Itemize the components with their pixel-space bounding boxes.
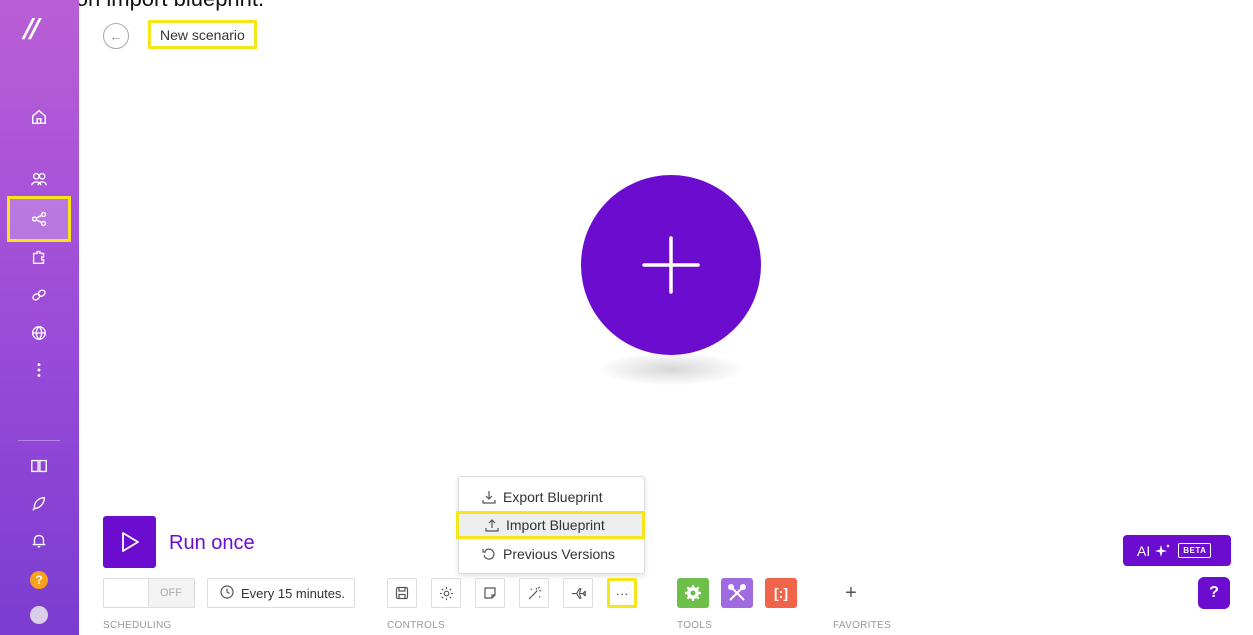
plus-icon <box>642 236 700 294</box>
beta-badge: BETA <box>1178 543 1212 558</box>
add-module-shadow <box>596 352 746 386</box>
support-chat-button[interactable]: ? <box>1198 577 1230 609</box>
history-icon <box>481 546 497 562</box>
auto-align-button[interactable] <box>519 578 549 608</box>
webhooks-icon[interactable] <box>18 316 60 350</box>
menu-item-export-blueprint[interactable]: Export Blueprint <box>459 483 644 511</box>
save-button[interactable] <box>387 578 417 608</box>
menu-item-import-blueprint[interactable]: Import Blueprint <box>456 511 645 539</box>
arrow-left-icon: ← <box>109 28 123 44</box>
sidebar-divider <box>18 440 60 441</box>
notes-button[interactable] <box>475 578 505 608</box>
avatar[interactable] <box>18 598 60 632</box>
favorites-section-label: FAVORITES <box>833 620 892 631</box>
airplane-icon <box>571 587 586 599</box>
scenarios-icon[interactable] <box>7 196 71 242</box>
tools-tool[interactable] <box>721 578 753 608</box>
more-button[interactable]: ··· <box>607 578 637 608</box>
team-icon[interactable] <box>18 162 60 196</box>
save-icon <box>395 586 409 600</box>
upload-icon <box>484 517 500 533</box>
home-icon[interactable] <box>18 100 60 134</box>
ai-assistant-button[interactable]: AI BETA <box>1123 535 1231 566</box>
add-favorite-button[interactable]: + <box>833 578 869 608</box>
more-icon[interactable] <box>18 353 60 387</box>
more-menu: Export Blueprint Import Blueprint Previo… <box>456 476 645 574</box>
scenario-title[interactable]: New scenario <box>148 20 257 49</box>
play-icon <box>121 532 139 552</box>
toggle-state: OFF <box>160 587 182 599</box>
back-button[interactable]: ← <box>103 23 129 49</box>
scheduling-toggle[interactable]: OFF <box>103 578 195 608</box>
ellipsis-icon: ··· <box>615 585 629 601</box>
download-icon <box>481 489 497 505</box>
menu-item-previous-versions[interactable]: Previous Versions <box>459 540 644 568</box>
run-once-label[interactable]: Run once <box>169 532 255 555</box>
tools-section-label: TOOLS <box>677 620 713 631</box>
sparkle-icon <box>1155 543 1171 557</box>
menu-item-label: Export Blueprint <box>503 489 603 505</box>
menu-item-label: Previous Versions <box>503 546 616 562</box>
help-badge: ? <box>30 571 48 589</box>
ai-label: AI <box>1137 542 1151 559</box>
plus-icon: + <box>845 581 857 604</box>
sidebar: // ? <box>0 0 79 635</box>
whats-new-icon[interactable] <box>18 487 60 521</box>
avatar-image <box>30 606 48 624</box>
magic-wand-icon <box>527 586 541 600</box>
clock-icon <box>220 584 234 602</box>
connections-icon[interactable] <box>18 278 60 312</box>
explain-flow-button[interactable] <box>563 578 593 608</box>
wrench-cross-icon <box>728 584 746 601</box>
controls-section-label: CONTROLS <box>387 620 445 631</box>
text-parser-tool[interactable]: [:] <box>765 578 797 608</box>
docs-icon[interactable] <box>18 449 60 483</box>
chat-icon: ? <box>1209 584 1219 601</box>
scheduling-section-label: SCHEDULING <box>103 620 172 631</box>
toggle-knob <box>104 579 149 607</box>
text-parser-icon: [:] <box>774 585 788 601</box>
flow-control-tool[interactable] <box>677 578 709 608</box>
notifications-icon[interactable] <box>18 524 60 558</box>
schedule-interval-text: Every 15 minutes. <box>241 585 346 601</box>
help-icon[interactable]: ? <box>18 563 60 597</box>
apps-icon[interactable] <box>18 240 60 274</box>
make-logo[interactable]: // <box>24 14 56 44</box>
run-once-button[interactable] <box>103 516 156 568</box>
gear-icon <box>685 585 701 601</box>
note-icon <box>484 587 496 599</box>
gear-icon <box>439 586 453 600</box>
schedule-interval-button[interactable]: Every 15 minutes. <box>207 578 355 608</box>
add-module-button[interactable] <box>581 175 761 355</box>
menu-item-label: Import Blueprint <box>506 517 605 533</box>
scenario-title-text: New scenario <box>160 26 245 43</box>
settings-button[interactable] <box>431 578 461 608</box>
